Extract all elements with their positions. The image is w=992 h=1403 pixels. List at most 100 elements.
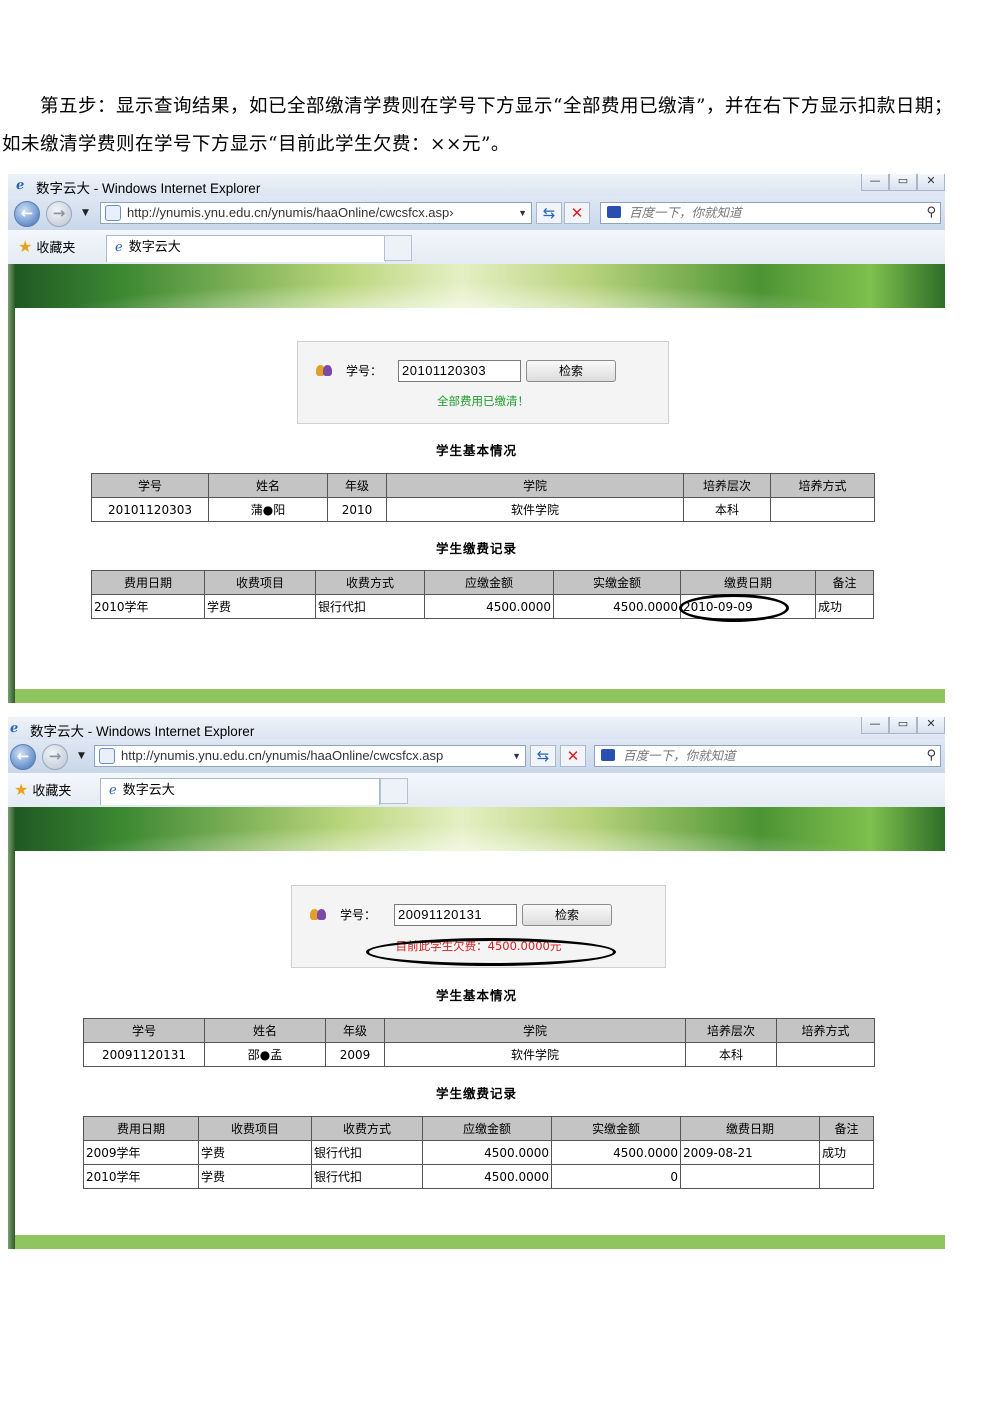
address-toolbar: ← → ▼ http://ynumis.ynu.edu.cn/ynumis/ha…: [8, 196, 945, 230]
student-id-label: 学号：: [340, 908, 377, 922]
stop-button[interactable]: ✕: [560, 745, 586, 767]
table-cell: 4500.0000: [551, 1140, 681, 1165]
search-icon[interactable]: ⚲: [926, 746, 936, 766]
ie-tab-icon: ℯ: [115, 240, 123, 255]
refresh-button[interactable]: ⇆: [530, 745, 556, 767]
refresh-button[interactable]: ⇆: [536, 202, 562, 224]
search-icon[interactable]: ⚲: [926, 203, 936, 223]
basic-info-table: 学号 姓名 年级 学院 培养层次 培养方式 20091120131 邵●孟 20…: [83, 1018, 875, 1067]
window-title: 数字云大 - Windows Internet Explorer: [36, 181, 261, 196]
favorites-label: 收藏夹: [36, 241, 76, 256]
student-id-input[interactable]: 20101120303: [398, 360, 521, 382]
forward-button[interactable]: →: [42, 744, 68, 770]
favorites-label: 收藏夹: [32, 784, 72, 799]
back-button[interactable]: ←: [10, 744, 36, 770]
new-tab-button[interactable]: [384, 235, 412, 261]
table-header-row: 费用日期 收费项目 收费方式 应缴金额 实缴金额 缴费日期 备注: [83, 1116, 874, 1141]
table-header: 费用日期: [91, 570, 205, 595]
table-header: 应缴金额: [422, 1116, 552, 1141]
address-input[interactable]: http://ynumis.ynu.edu.cn/ynumis/haaOnlin…: [94, 745, 526, 767]
payment-records-table: 费用日期 收费项目 收费方式 应缴金额 实缴金额 缴费日期 备注 2009学年 …: [83, 1116, 874, 1189]
table-cell: 软件学院: [386, 497, 684, 522]
history-dropdown-icon[interactable]: ▼: [82, 208, 89, 218]
footer-bar: [15, 1235, 945, 1249]
history-dropdown-icon[interactable]: ▼: [78, 751, 85, 761]
table-cell: 2010学年: [91, 594, 205, 619]
search-input[interactable]: 百度一下，你就知道 ⚲: [600, 202, 941, 224]
page-icon: [99, 748, 115, 764]
table-header: 收费方式: [315, 570, 425, 595]
table-header: 收费项目: [198, 1116, 312, 1141]
favorites-bar: ★ 收藏夹 ℯ 数字云大: [8, 230, 945, 265]
table-header: 培养层次: [683, 473, 771, 498]
table-header-row: 学号 姓名 年级 学院 培养层次 培养方式: [83, 1018, 875, 1043]
screenshot-paid: ℯ 数字云大 - Windows Internet Explorer — ▭ ✕…: [8, 174, 945, 703]
favorites-button[interactable]: ★ 收藏夹: [14, 236, 79, 258]
table-header: 培养方式: [776, 1018, 875, 1043]
table-cell: 2009: [325, 1042, 385, 1067]
back-button[interactable]: ←: [14, 201, 40, 227]
student-id-input[interactable]: 20091120131: [394, 904, 517, 926]
page-content: 学号： 20091120131 检索 目前此学生欠费：4500.0000元 学生…: [8, 807, 945, 1249]
table-cell: 学费: [198, 1140, 312, 1165]
minimize-button[interactable]: —: [861, 717, 889, 734]
url-dropdown-icon[interactable]: ▼: [518, 203, 527, 223]
screenshot-unpaid: ℯ 数字云大 - Windows Internet Explorer — ▭ ✕…: [8, 717, 945, 1249]
status-message: 全部费用已缴清！: [437, 394, 529, 408]
tab-title: 数字云大: [122, 783, 175, 798]
table-header: 学号: [83, 1018, 205, 1043]
address-toolbar: ← → ▼ http://ynumis.ynu.edu.cn/ynumis/ha…: [8, 739, 945, 773]
forward-button[interactable]: →: [46, 201, 72, 227]
tab-active[interactable]: ℯ 数字云大: [100, 778, 380, 805]
tab-active[interactable]: ℯ 数字云大: [106, 235, 386, 262]
arrears-highlight-ellipse: [366, 938, 616, 966]
student-id-label: 学号：: [346, 364, 383, 378]
table-header: 姓名: [208, 473, 328, 498]
table-header: 收费项目: [204, 570, 316, 595]
table-cell: 软件学院: [384, 1042, 686, 1067]
table-cell: 成功: [815, 594, 874, 619]
payment-records-title: 学生缴费记录: [435, 541, 517, 556]
favorites-button[interactable]: ★ 收藏夹: [10, 779, 75, 801]
table-row: 20091120131 邵●孟 2009 软件学院 本科: [83, 1042, 875, 1067]
header-banner: [15, 264, 945, 308]
payment-records-title: 学生缴费记录: [435, 1086, 517, 1101]
table-cell: 0: [551, 1164, 681, 1189]
stop-button[interactable]: ✕: [564, 202, 590, 224]
maximize-button[interactable]: ▭: [889, 717, 917, 734]
minimize-button[interactable]: —: [861, 174, 889, 191]
table-header: 培养方式: [770, 473, 875, 498]
instruction-paragraph: 第五步：显示查询结果，如已全部缴清学费则在学号下方显示“全部费用已缴清”，并在右…: [0, 88, 992, 164]
table-header: 费用日期: [83, 1116, 199, 1141]
table-cell: 邵●孟: [204, 1042, 326, 1067]
close-window-button[interactable]: ✕: [917, 717, 945, 734]
new-tab-button[interactable]: [380, 778, 408, 804]
maximize-button[interactable]: ▭: [889, 174, 917, 191]
table-cell: 4500.0000: [424, 594, 554, 619]
table-cell: 蒲●阳: [208, 497, 328, 522]
table-cell: 本科: [685, 1042, 777, 1067]
search-button[interactable]: 检索: [522, 904, 612, 926]
window-title: 数字云大 - Windows Internet Explorer: [30, 724, 255, 739]
page-icon: [105, 205, 121, 221]
users-icon: [316, 364, 332, 380]
table-cell: 20101120303: [91, 497, 209, 522]
table-header: 学院: [386, 473, 684, 498]
table-cell: 2009-08-21: [680, 1140, 820, 1165]
baidu-icon: [601, 749, 615, 761]
close-window-button[interactable]: ✕: [917, 174, 945, 191]
page-content: 学号： 20101120303 检索 全部费用已缴清！ 学生基本情况 学号 姓名…: [8, 264, 945, 703]
table-header: 收费方式: [311, 1116, 423, 1141]
address-input[interactable]: http://ynumis.ynu.edu.cn/ynumis/haaOnlin…: [100, 202, 532, 224]
table-cell: [770, 497, 875, 522]
ie-logo-icon: ℯ: [10, 721, 19, 736]
table-row: 2009学年 学费 银行代扣 4500.0000 4500.0000 2009-…: [83, 1140, 874, 1165]
left-border: [8, 264, 15, 703]
table-header: 缴费日期: [680, 1116, 820, 1141]
table-cell: 2009学年: [83, 1140, 199, 1165]
url-text: http://ynumis.ynu.edu.cn/ynumis/haaOnlin…: [127, 205, 454, 220]
url-dropdown-icon[interactable]: ▼: [512, 746, 521, 766]
search-button[interactable]: 检索: [526, 360, 616, 382]
search-input[interactable]: 百度一下，你就知道 ⚲: [594, 745, 941, 767]
instruction-line-1: 第五步：显示查询结果，如已全部缴清学费则在学号下方显示“全部费用已缴清”，并在右…: [40, 96, 953, 117]
